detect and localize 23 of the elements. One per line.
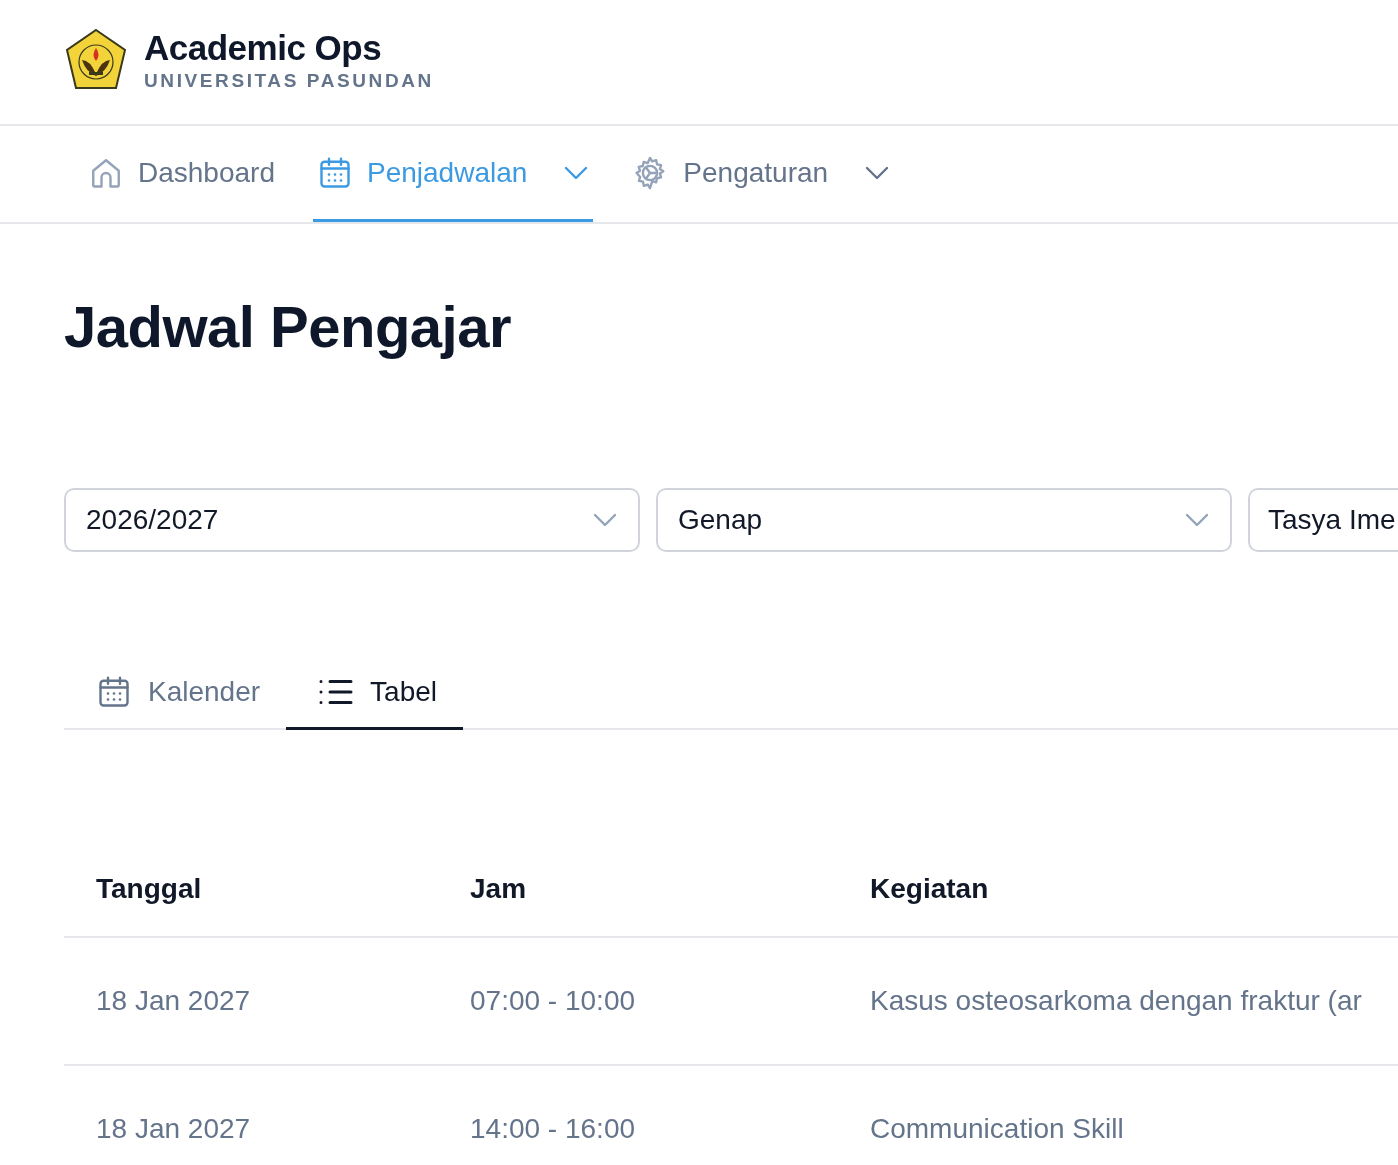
chevron-down-icon xyxy=(864,164,891,181)
view-tab[interactable]: Kalender xyxy=(64,657,287,730)
view-tab[interactable]: Tabel xyxy=(286,657,464,730)
chevron-down-icon xyxy=(592,511,618,528)
table-cell-text: 14:00 - 16:00 xyxy=(470,1111,637,1146)
select-field[interactable]: Tasya Ime xyxy=(1248,487,1398,552)
chevron-down-icon xyxy=(1184,511,1210,528)
table-cell-text: 07:00 - 10:00 xyxy=(470,983,637,1018)
table-cell-text: Communication Skill xyxy=(870,1111,1124,1146)
nav-tab[interactable]: Dashboard xyxy=(84,126,279,222)
select-field[interactable]: Genap xyxy=(656,487,1232,552)
table-cell-text: 18 Jan 2027 xyxy=(95,1111,252,1146)
column-header: Jam xyxy=(470,871,528,906)
university-name: UNIVERSITAS PASUNDAN xyxy=(144,69,434,93)
chevron-down-icon xyxy=(563,164,590,181)
table-cell-text: Kasus osteosarkoma dengan fraktur (ar xyxy=(870,983,1362,1018)
column-header: Tanggal xyxy=(95,871,203,906)
select-field[interactable]: 2026/2027 xyxy=(64,487,640,552)
page-title: Jadwal Pengajar xyxy=(64,293,513,361)
column-header: Kegiatan xyxy=(870,871,989,906)
table-cell-text: 18 Jan 2027 xyxy=(95,983,252,1018)
app-title: Academic Ops xyxy=(144,28,383,67)
nav-tab[interactable]: Pengaturan xyxy=(627,126,895,222)
